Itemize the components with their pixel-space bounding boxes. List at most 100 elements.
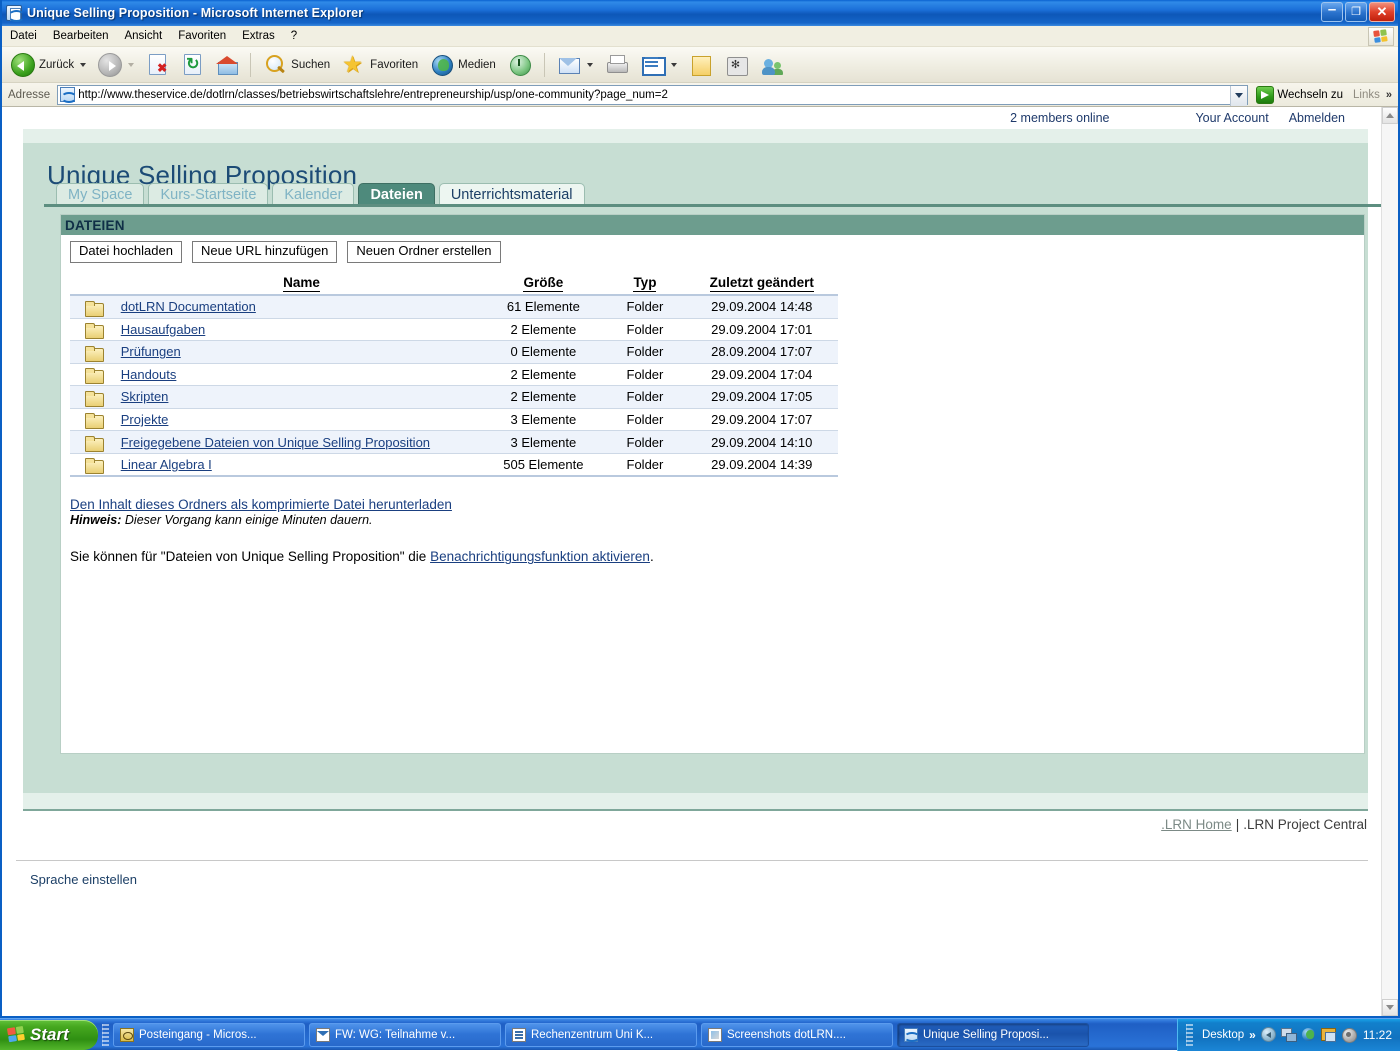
scrollbar-track[interactable] [1382,124,1398,999]
note-button[interactable] [684,50,718,80]
folder-icon [85,346,102,360]
links-label[interactable]: Links [1351,89,1382,101]
tray-grip[interactable] [1186,1024,1193,1046]
media-button[interactable]: Medien [425,50,501,80]
row-modified-cell: 29.09.2004 14:10 [686,431,838,454]
add-url-button[interactable]: Neue URL hinzufügen [192,241,337,263]
language-setting-label[interactable]: Sprache einstellen [30,872,137,887]
back-button[interactable]: Zurück [6,50,91,80]
minimize-button[interactable]: – [1321,2,1343,22]
table-row[interactable]: dotLRN Documentation 61 Elemente Folder … [70,295,838,318]
tab-dateien[interactable]: Dateien [358,183,434,205]
create-folder-button[interactable]: Neuen Ordner erstellen [347,241,500,263]
chevron-down-icon[interactable] [80,63,86,67]
close-button[interactable]: ✕ [1369,2,1395,22]
start-button[interactable]: Start [0,1020,98,1050]
tray-overflow-chevron-icon[interactable]: » [1249,1028,1256,1042]
overflow-chevron-icon[interactable]: » [1386,89,1395,101]
file-link[interactable]: Handouts [121,367,177,382]
file-link[interactable]: Hausaufgaben [121,322,206,337]
tab-kalender[interactable]: Kalender [272,183,354,205]
address-dropdown-button[interactable] [1230,86,1247,106]
table-row[interactable]: Prüfungen 0 Elemente Folder 28.09.2004 1… [70,341,838,364]
messenger-button[interactable] [720,50,754,80]
lrn-home-link[interactable]: .LRN Home [1161,817,1232,832]
scroll-up-button[interactable] [1382,107,1398,124]
chevron-down-icon[interactable] [587,63,593,67]
search-button[interactable]: Suchen [258,50,335,80]
logout-link[interactable]: Abmelden [1289,111,1345,125]
table-row[interactable]: Projekte 3 Elemente Folder 29.09.2004 17… [70,408,838,431]
window-icon[interactable] [1321,1027,1336,1042]
restore-button[interactable]: ❐ [1345,2,1367,22]
menu-bearbeiten[interactable]: Bearbeiten [45,28,117,44]
col-modified[interactable]: Zuletzt geändert [686,275,838,295]
favorites-label: Favoriten [370,59,418,71]
taskbar-item-label: FW: WG: Teilnahme v... [335,1029,455,1041]
col-type[interactable]: Typ [604,275,685,295]
taskbar-grip[interactable] [102,1024,109,1046]
col-size[interactable]: Größe [482,275,604,295]
col-name[interactable]: Name [117,275,483,295]
forward-button[interactable] [93,50,139,80]
people-icon [761,53,785,77]
taskbar-item-label: Rechenzentrum Uni K... [531,1029,653,1041]
toolbar: Zurück Suchen Favoriten Medien [2,47,1398,83]
notification-link[interactable]: Benachrichtigungsfunktion aktivieren [430,549,650,564]
stop-button[interactable] [141,50,174,80]
menu-datei[interactable]: Datei [2,28,45,44]
people-button[interactable] [756,50,790,80]
table-row[interactable]: Handouts 2 Elemente Folder 29.09.2004 17… [70,363,838,386]
file-link[interactable]: Freigegebene Dateien von Unique Selling … [121,435,430,450]
windows-flag-button[interactable] [1368,27,1394,46]
upload-file-button[interactable]: Datei hochladen [70,241,182,263]
table-row[interactable]: Skripten 2 Elemente Folder 29.09.2004 17… [70,386,838,409]
desktop-label[interactable]: Desktop [1202,1029,1244,1041]
network-icon[interactable] [1281,1027,1296,1042]
tab-unterrichtsmaterial[interactable]: Unterrichtsmaterial [439,183,585,205]
globe-icon[interactable] [1301,1027,1316,1042]
home-icon [216,55,238,75]
home-button[interactable] [211,50,243,80]
menu-extras[interactable]: Extras [234,28,283,44]
notify-suffix: . [650,549,654,564]
table-row[interactable]: Freigegebene Dateien von Unique Selling … [70,431,838,454]
folder-icon [85,323,102,337]
history-button[interactable] [503,50,537,80]
go-button[interactable]: Wechseln zu [1252,86,1347,104]
clock-label[interactable]: 11:22 [1361,1028,1392,1042]
mail-button[interactable] [552,50,598,80]
taskbar-item-outlook[interactable]: Posteingang - Micros... [113,1023,305,1047]
row-size-cell: 2 Elemente [482,386,604,409]
taskbar-item-mail-message[interactable]: FW: WG: Teilnahme v... [309,1023,501,1047]
address-input[interactable]: http://www.theservice.de/dotlrn/classes/… [57,85,1248,105]
download-zip-link[interactable]: Den Inhalt dieses Ordners als komprimier… [70,497,452,512]
menu-ansicht[interactable]: Ansicht [116,28,170,44]
file-link[interactable]: Linear Algebra I [121,457,212,472]
print-button[interactable] [600,50,634,80]
table-row[interactable]: Linear Algebra I 505 Elemente Folder 29.… [70,453,838,476]
file-link[interactable]: Skripten [121,389,169,404]
gear-icon[interactable] [1341,1027,1356,1042]
taskbar-item-screenshots[interactable]: Screenshots dotLRN.... [701,1023,893,1047]
menu-favoriten[interactable]: Favoriten [170,28,234,44]
tray-expand-button[interactable] [1261,1027,1276,1042]
image-icon [708,1028,722,1042]
file-link[interactable]: Prüfungen [121,344,181,359]
edit-button[interactable] [636,50,682,80]
table-row[interactable]: Hausaufgaben 2 Elemente Folder 29.09.200… [70,318,838,341]
tab-my-space[interactable]: My Space [56,183,144,205]
chevron-down-icon[interactable] [671,63,677,67]
file-link[interactable]: Projekte [121,412,169,427]
menu-help[interactable]: ? [283,28,305,44]
mail-message-icon [316,1028,330,1042]
taskbar-item-document[interactable]: Rechenzentrum Uni K... [505,1023,697,1047]
file-link[interactable]: dotLRN Documentation [121,299,256,314]
refresh-button[interactable] [176,50,209,80]
favorites-button[interactable]: Favoriten [337,50,423,80]
scroll-down-button[interactable] [1382,999,1398,1016]
your-account-link[interactable]: Your Account [1195,111,1268,125]
vertical-scrollbar[interactable] [1381,107,1398,1016]
taskbar-item-ie[interactable]: Unique Selling Proposi... [897,1023,1089,1047]
tab-kurs-startseite[interactable]: Kurs-Startseite [148,183,268,205]
